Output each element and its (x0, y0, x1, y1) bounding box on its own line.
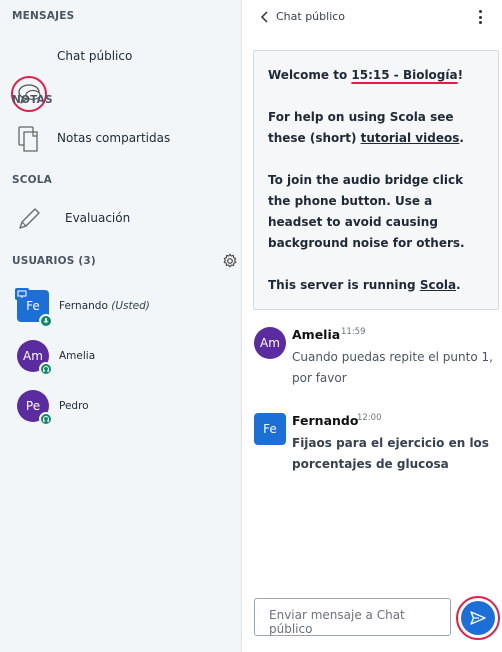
notes-icon (11, 121, 47, 157)
user-list-sidebar: MENSAJES Chat público NOTAS Notas compar… (0, 0, 242, 652)
message-author: Fernando (292, 413, 359, 428)
avatar: Am (254, 327, 286, 359)
shared-notes-item[interactable]: Notas compartidas (0, 120, 241, 158)
scola-link[interactable]: Scola (420, 278, 456, 292)
microphone-icon (39, 314, 53, 328)
user-name: Fernando (Usted) (59, 300, 150, 312)
more-options-icon[interactable] (474, 8, 486, 26)
message-time: 12:00 (357, 413, 382, 423)
section-title-messages: MENSAJES (12, 10, 75, 22)
public-chat-label: Chat público (57, 49, 133, 63)
headset-icon (39, 362, 53, 376)
headset-icon (39, 412, 53, 426)
user-name: Amelia (59, 350, 96, 362)
chat-title[interactable]: Chat público (276, 10, 345, 23)
server-line: This server is running Scola. (268, 278, 461, 292)
room-name: 15:15 - Biología (351, 68, 458, 82)
gear-icon[interactable] (222, 253, 238, 269)
help-line: For help on using Scola see these (short… (268, 110, 464, 145)
user-item-fernando[interactable]: Fe Fernando (Usted) (0, 287, 241, 328)
section-title-users: USUARIOS (3) (12, 255, 96, 267)
evaluation-item[interactable]: Evaluación (0, 200, 241, 238)
welcome-message: Welcome to 15:15 - Biología! For help on… (253, 50, 499, 310)
audio-line: To join the audio bridge click the phone… (268, 173, 465, 250)
message-time: 11:59 (341, 327, 366, 337)
chat-message: Fe Fernando 12:00 Fijaos para el ejercic… (254, 413, 498, 477)
send-button[interactable] (456, 596, 500, 640)
message-text: Cuando puedas repite el punto 1, por fav… (292, 350, 493, 385)
presenter-icon (15, 288, 29, 300)
chat-header: Chat público (242, 0, 502, 34)
user-item-pedro[interactable]: Pe Pedro (0, 388, 241, 428)
pencil-icon (11, 201, 47, 237)
avatar: Fe (254, 413, 286, 445)
user-item-amelia[interactable]: Am Amelia (0, 338, 241, 378)
section-title-scola: SCOLA (12, 174, 53, 186)
message-text: Fijaos para el ejercicio en los porcenta… (292, 436, 489, 471)
message-author: Amelia (292, 327, 341, 342)
message-input[interactable]: Enviar mensaje a Chat público (254, 598, 451, 636)
tutorial-videos-link[interactable]: tutorial videos (361, 131, 460, 145)
user-name: Pedro (59, 400, 89, 412)
shared-notes-label: Notas compartidas (57, 131, 171, 145)
chat-message: Am Amelia 11:59 Cuando puedas repite el … (254, 327, 498, 391)
send-icon (461, 601, 495, 635)
chevron-left-icon[interactable] (258, 10, 272, 24)
evaluation-label: Evaluación (65, 211, 131, 225)
section-title-notes: NOTAS (12, 94, 53, 106)
public-chat-item[interactable]: Chat público (0, 38, 241, 112)
welcome-line: Welcome to 15:15 - Biología! (268, 68, 464, 82)
chat-panel: Chat público Welcome to 15:15 - Biología… (242, 0, 502, 652)
